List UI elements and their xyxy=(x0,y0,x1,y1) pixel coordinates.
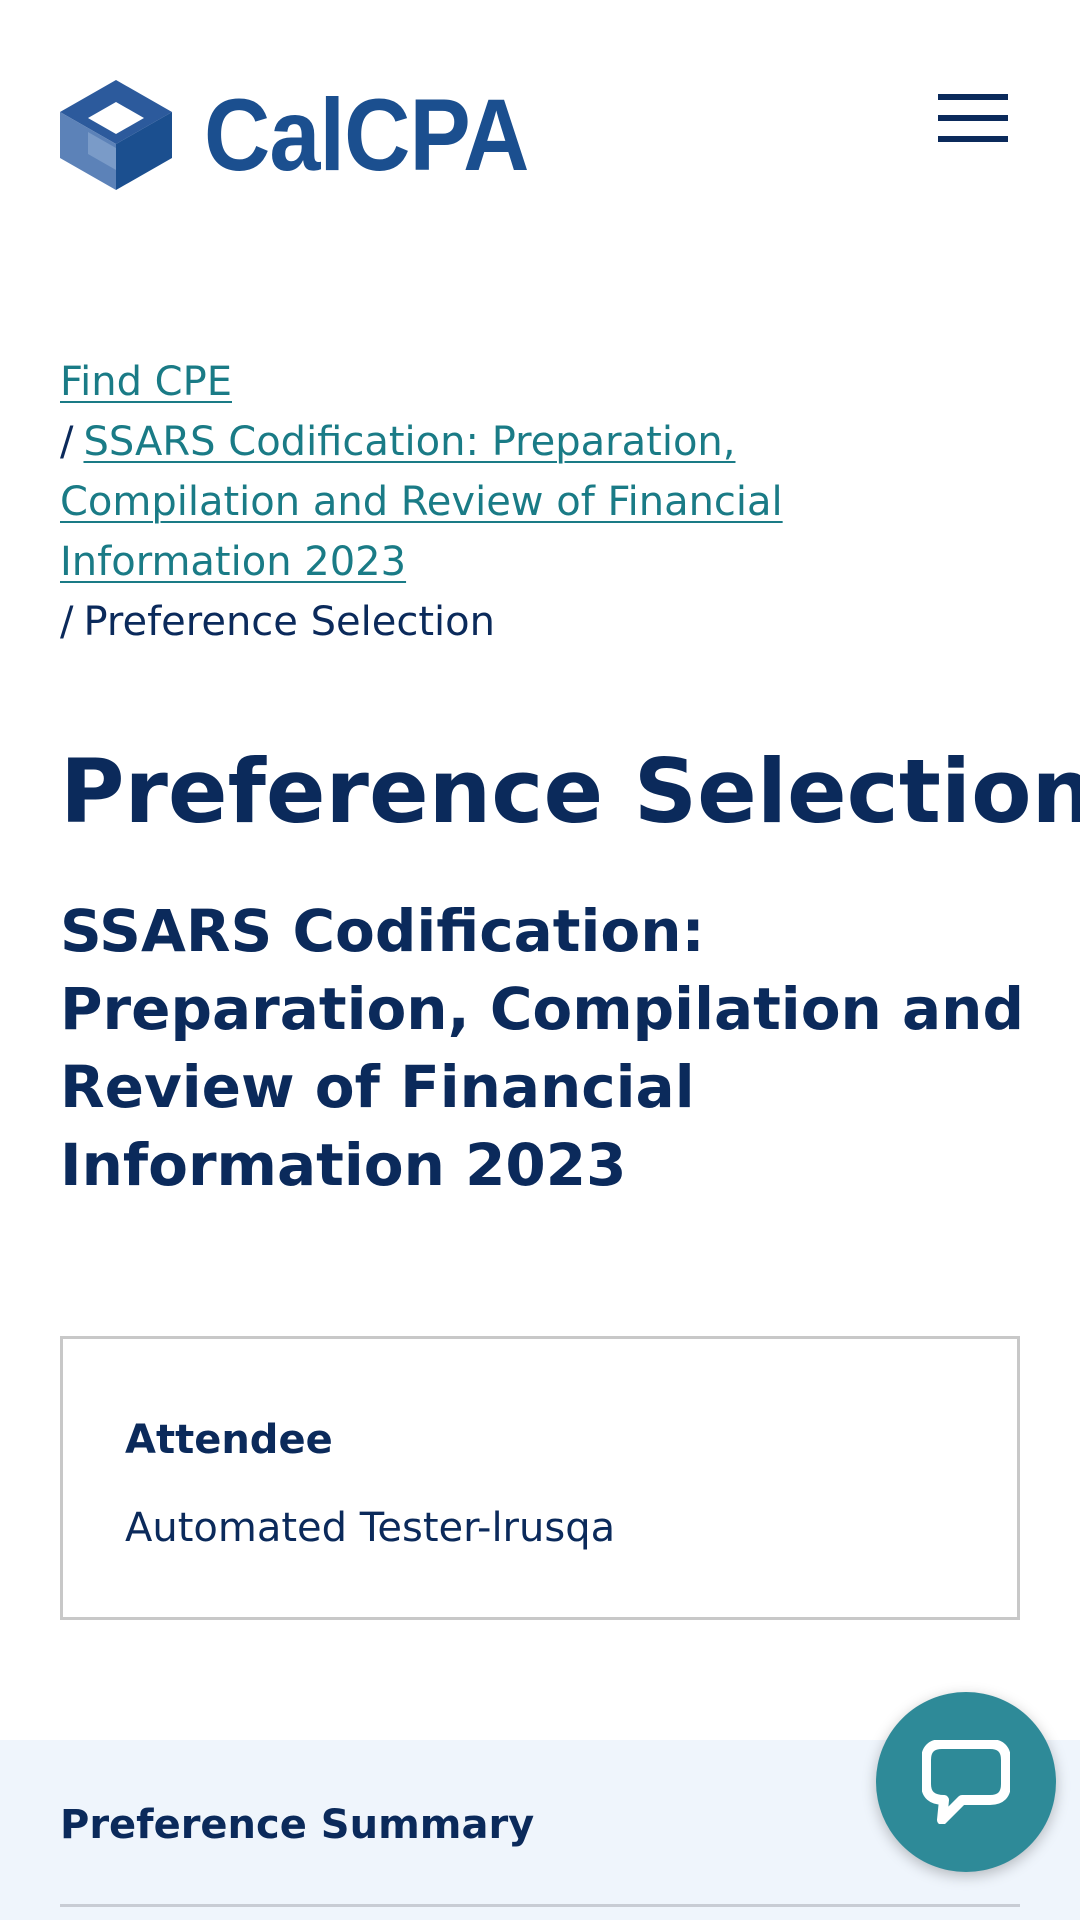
breadcrumb-link-find-cpe[interactable]: Find CPE xyxy=(60,359,232,405)
breadcrumb-link-course[interactable]: SSARS Codification: Preparation, Compila… xyxy=(60,419,783,585)
calcpa-logo-mark-icon xyxy=(60,80,172,190)
attendee-label: Attendee xyxy=(125,1417,333,1463)
breadcrumb-separator: / xyxy=(60,419,74,465)
page-title: Preference Selection xyxy=(60,740,1080,843)
breadcrumb-current: Preference Selection xyxy=(83,599,495,645)
site-header: CalCPA xyxy=(0,0,1080,240)
course-title: SSARS Codification: Preparation, Compila… xyxy=(60,897,1024,1199)
calcpa-logo[interactable]: CalCPA xyxy=(60,80,565,190)
hamburger-menu-icon[interactable] xyxy=(938,94,1008,142)
attendee-card: Attendee Automated Tester-lrusqa xyxy=(60,1336,1020,1620)
breadcrumb: Find CPE / SSARS Codification: Preparatio… xyxy=(60,352,860,652)
divider xyxy=(60,1904,1020,1907)
chat-bubble-icon xyxy=(922,1740,1010,1824)
chat-button[interactable] xyxy=(876,1692,1056,1872)
logo-wordmark: CalCPA xyxy=(204,78,529,192)
preference-summary-title: Preference Summary xyxy=(60,1802,535,1848)
attendee-name: Automated Tester-lrusqa xyxy=(125,1505,616,1551)
breadcrumb-separator: / xyxy=(60,599,74,645)
